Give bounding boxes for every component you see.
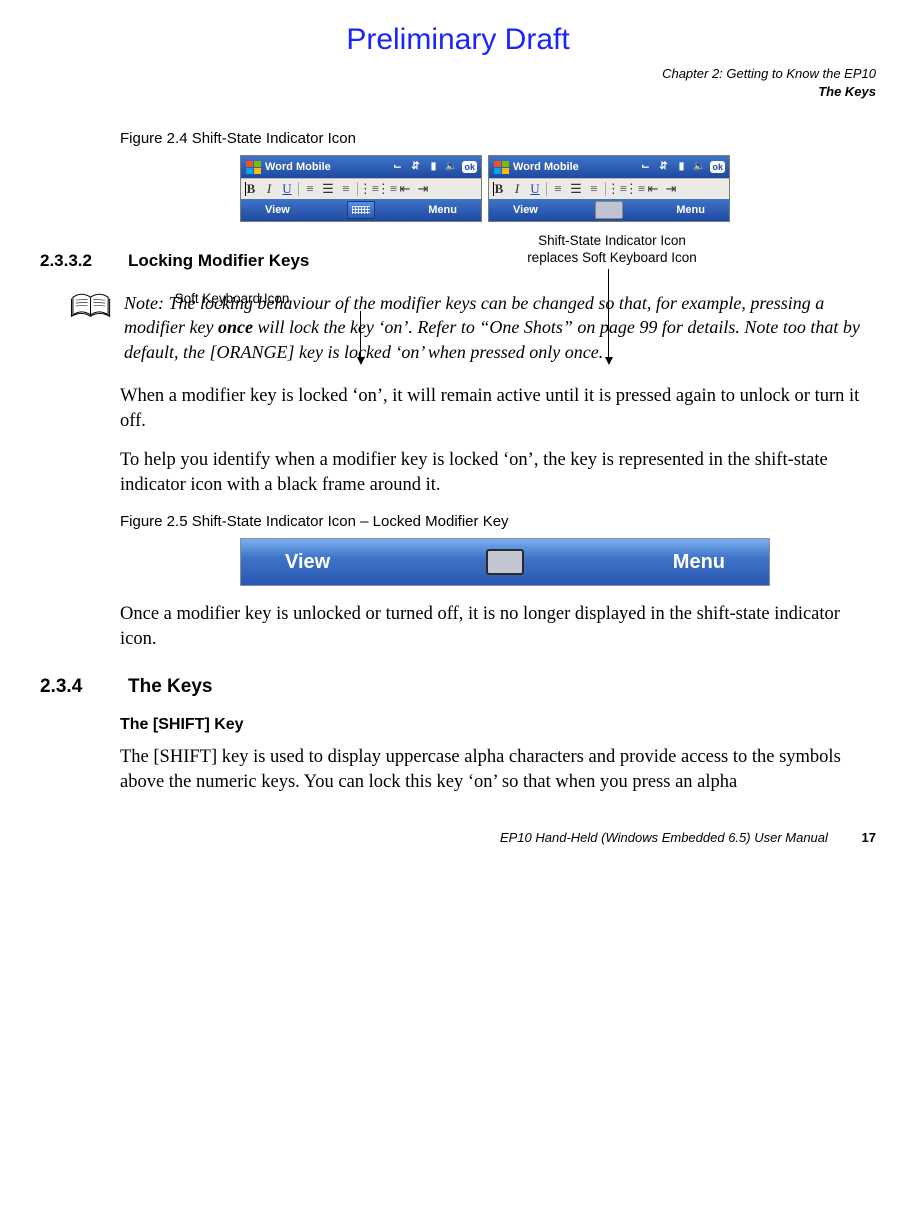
outdent-icon[interactable]: ⇤ — [645, 181, 661, 197]
figure-2-5-image: View Menu — [240, 538, 876, 586]
view-menu[interactable]: View — [285, 549, 330, 576]
underline-button[interactable]: U — [279, 181, 295, 197]
running-header: Chapter 2: Getting to Know the EP10 The … — [40, 65, 876, 101]
sync-icon: ⇵ — [408, 160, 422, 174]
figure-2-5-caption: Figure 2.5 Shift-State Indicator Icon – … — [120, 512, 876, 532]
align-left-icon[interactable]: ≡ — [550, 181, 566, 197]
align-center-icon[interactable]: ☰ — [320, 181, 336, 197]
speaker-icon: 🔈 — [444, 160, 458, 174]
bullets-icon[interactable]: ⋮≡ — [609, 181, 625, 197]
annotation-shift-state-l1: Shift-State Indicator Icon — [512, 233, 712, 250]
note-bold: once — [218, 317, 253, 337]
signal-icon: ▮ — [426, 160, 440, 174]
section-2-3-4-heading: 2.3.4The Keys — [40, 674, 876, 700]
indent-icon[interactable]: ⇥ — [663, 181, 679, 197]
chapter-line: Chapter 2: Getting to Know the EP10 — [40, 65, 876, 83]
annotation-shift-state-l2: replaces Soft Keyboard Icon — [512, 250, 712, 267]
menu-menu[interactable]: Menu — [673, 549, 725, 576]
text-cursor — [493, 182, 494, 196]
figure-2-4-screenshots: Word Mobile ⌙ ⇵ ▮ 🔈 ok B I U ≡ ☰ ≡ ⋮≡ — [240, 155, 876, 222]
titlebar: Word Mobile ⌙ ⇵ ▮ 🔈 ok — [489, 156, 729, 178]
windows-flag-icon — [493, 160, 509, 174]
figure-2-4-caption: Figure 2.4 Shift-State Indicator Icon — [120, 129, 876, 149]
preliminary-draft-heading: Preliminary Draft — [40, 20, 876, 61]
bullets-icon[interactable]: ⋮≡ — [361, 181, 377, 197]
sync-icon: ⇵ — [656, 160, 670, 174]
format-toolbar: B I U ≡ ☰ ≡ ⋮≡ ⋮≡ ⇤ ⇥ — [489, 178, 729, 199]
annotation-arrow-left — [360, 311, 361, 359]
key-icon: ⌙ — [638, 160, 652, 174]
section-line: The Keys — [40, 83, 876, 101]
italic-button[interactable]: I — [261, 181, 277, 197]
annotation-soft-keyboard: Soft Keyboard Icon — [92, 291, 372, 308]
annotation-arrowhead-right — [605, 357, 613, 365]
text-cursor — [245, 182, 246, 196]
annotation-arrow-right — [608, 269, 609, 359]
key-icon: ⌙ — [390, 160, 404, 174]
shift-key-heading: The [SHIFT] Key — [120, 714, 876, 736]
page-number: 17 — [862, 830, 876, 845]
align-left-icon[interactable]: ≡ — [302, 181, 318, 197]
menu-menu[interactable]: Menu — [428, 203, 457, 218]
underline-button[interactable]: U — [527, 181, 543, 197]
menu-menu[interactable]: Menu — [676, 203, 705, 218]
shift-state-indicator-locked-icon[interactable] — [486, 549, 524, 575]
section-2-3-3-2-heading: 2.3.3.2Locking Modifier Keys — [40, 250, 876, 273]
ok-button[interactable]: ok — [710, 161, 725, 173]
section-title: Locking Modifier Keys — [128, 251, 309, 270]
numbering-icon[interactable]: ⋮≡ — [627, 181, 643, 197]
paragraph-1: When a modifier key is locked ‘on’, it w… — [120, 384, 876, 434]
align-center-icon[interactable]: ☰ — [568, 181, 584, 197]
soft-keyboard-icon[interactable] — [347, 201, 375, 219]
view-menu[interactable]: View — [513, 203, 538, 218]
page-footer: EP10 Hand-Held (Windows Embedded 6.5) Us… — [40, 829, 876, 847]
indent-icon[interactable]: ⇥ — [415, 181, 431, 197]
menubar: View Menu — [241, 199, 481, 221]
align-right-icon[interactable]: ≡ — [338, 181, 354, 197]
shift-state-indicator-icon[interactable] — [595, 201, 623, 219]
section-title: The Keys — [128, 676, 212, 697]
section-number: 2.3.4 — [40, 674, 128, 700]
ok-button[interactable]: ok — [462, 161, 477, 173]
word-mobile-screenshot-left: Word Mobile ⌙ ⇵ ▮ 🔈 ok B I U ≡ ☰ ≡ ⋮≡ — [240, 155, 482, 222]
menubar: View Menu — [489, 199, 729, 221]
paragraph-2: To help you identify when a modifier key… — [120, 448, 876, 498]
section-number: 2.3.3.2 — [40, 250, 128, 273]
signal-icon: ▮ — [674, 160, 688, 174]
shift-key-paragraph: The [SHIFT] key is used to display upper… — [120, 745, 876, 795]
app-title: Word Mobile — [265, 160, 331, 175]
paragraph-3: Once a modifier key is unlocked or turne… — [120, 602, 876, 652]
format-toolbar: B I U ≡ ☰ ≡ ⋮≡ ⋮≡ ⇤ ⇥ — [241, 178, 481, 199]
speaker-icon: 🔈 — [692, 160, 706, 174]
numbering-icon[interactable]: ⋮≡ — [379, 181, 395, 197]
italic-button[interactable]: I — [509, 181, 525, 197]
view-menu[interactable]: View — [265, 203, 290, 218]
outdent-icon[interactable]: ⇤ — [397, 181, 413, 197]
titlebar: Word Mobile ⌙ ⇵ ▮ 🔈 ok — [241, 156, 481, 178]
align-right-icon[interactable]: ≡ — [586, 181, 602, 197]
annotation-arrowhead-left — [357, 357, 365, 365]
menubar-locked: View Menu — [240, 538, 770, 586]
windows-flag-icon — [245, 160, 261, 174]
app-title: Word Mobile — [513, 160, 579, 175]
annotation-shift-state: Shift-State Indicator Icon replaces Soft… — [512, 233, 712, 267]
manual-title: EP10 Hand-Held (Windows Embedded 6.5) Us… — [500, 830, 828, 845]
word-mobile-screenshot-right: Word Mobile ⌙ ⇵ ▮ 🔈 ok B I U ≡ ☰ ≡ ⋮≡ — [488, 155, 730, 222]
